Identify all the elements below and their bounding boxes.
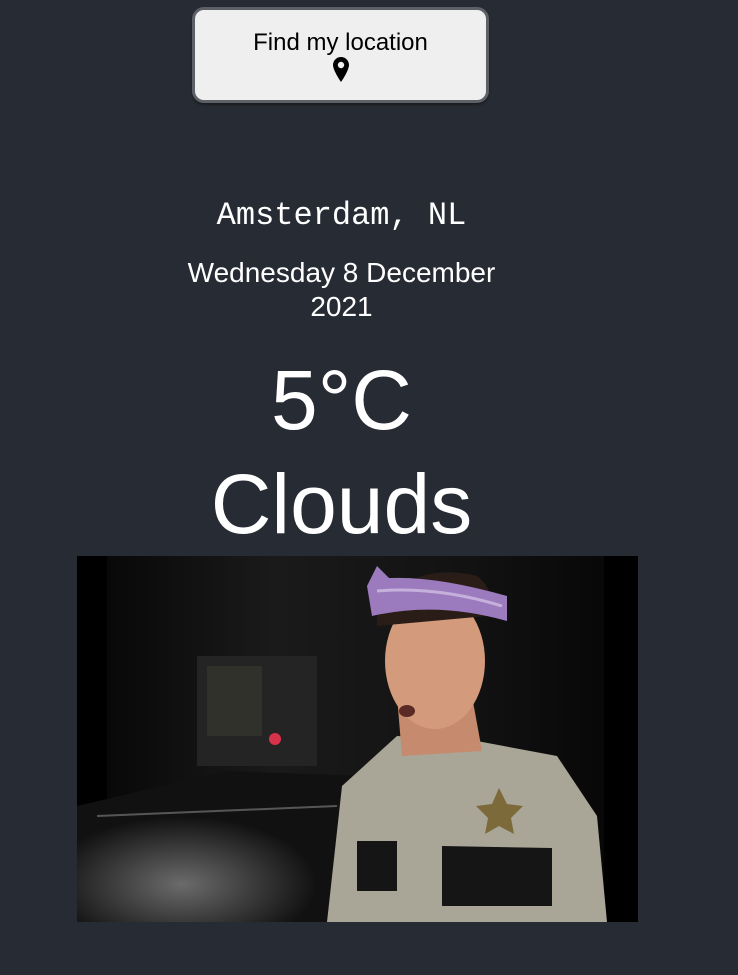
current-date: Wednesday 8 December 2021 [187, 257, 496, 322]
map-pin-icon [333, 57, 349, 82]
weather-gif [77, 556, 638, 922]
city-name: Amsterdam, NL [216, 197, 467, 234]
temperature: 5°C [271, 353, 412, 447]
weather-condition: Clouds [210, 457, 473, 551]
find-location-button[interactable]: Find my location [192, 7, 489, 103]
find-location-label: Find my location [253, 29, 428, 56]
